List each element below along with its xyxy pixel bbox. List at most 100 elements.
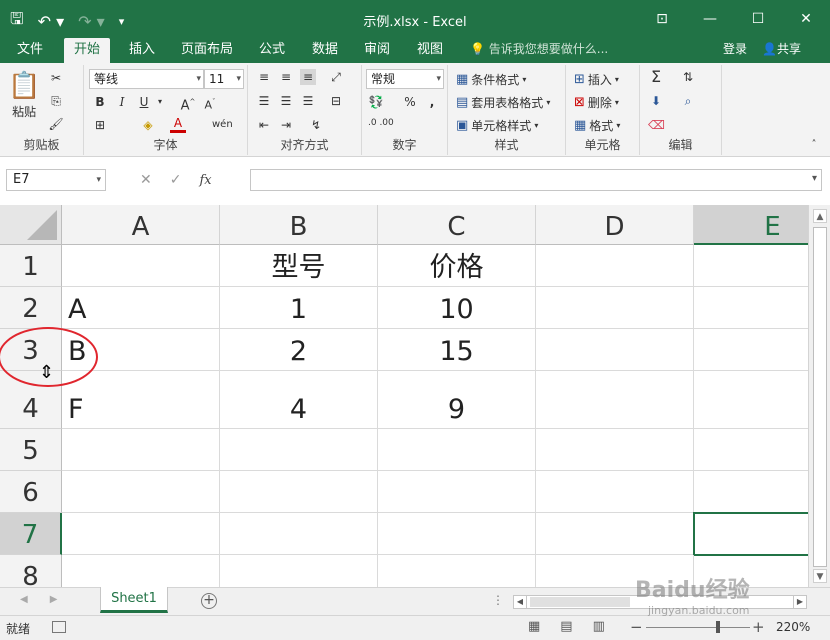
zoom-in-icon[interactable]: + — [752, 618, 765, 636]
tab-data[interactable]: 数据 — [302, 38, 348, 63]
bold-button[interactable]: B — [92, 94, 108, 110]
cell-d1[interactable] — [536, 245, 694, 287]
column-header-a[interactable]: A — [62, 205, 220, 245]
column-header-b[interactable]: B — [220, 205, 378, 245]
scroll-right-icon[interactable]: ▶ — [793, 596, 806, 608]
cell-a7[interactable] — [62, 513, 220, 555]
zoom-slider[interactable] — [646, 627, 750, 628]
font-name-select[interactable]: 等线 ▾ — [89, 69, 204, 89]
cut-icon[interactable]: ✂ — [48, 70, 64, 86]
tab-formulas[interactable]: 公式 — [249, 38, 295, 63]
cell-b4[interactable]: 4 — [220, 371, 378, 429]
cell-a5[interactable] — [62, 429, 220, 471]
cell-a8[interactable] — [62, 555, 220, 587]
cell-d5[interactable] — [536, 429, 694, 471]
align-bottom-icon[interactable]: ≡ — [300, 69, 316, 85]
find-select-icon[interactable]: ⌕ — [680, 93, 696, 109]
align-middle-icon[interactable]: ≡ — [278, 69, 294, 85]
cell-b6[interactable] — [220, 471, 378, 513]
scroll-left-icon[interactable]: ◀ — [514, 596, 527, 608]
cell-b2[interactable]: 1 — [220, 287, 378, 329]
tab-insert[interactable]: 插入 — [119, 38, 165, 63]
cell-c8[interactable] — [378, 555, 536, 587]
tell-me-box[interactable]: 💡 告诉我您想要做什么... — [470, 38, 608, 61]
copy-icon[interactable]: ⎘ — [48, 93, 64, 109]
row-header-6[interactable]: 6 — [0, 471, 62, 513]
cell-e1[interactable] — [694, 245, 808, 287]
cell-e3[interactable] — [694, 329, 808, 371]
decrease-font-button[interactable]: Aˇ — [202, 94, 218, 112]
font-color-button[interactable]: A — [170, 117, 186, 133]
chevron-down-icon[interactable]: ▾ — [152, 94, 168, 110]
page-layout-view-icon[interactable]: ▤ — [560, 619, 572, 634]
ribbon-display-icon[interactable]: ⊡ — [638, 0, 686, 38]
cell-b5[interactable] — [220, 429, 378, 471]
align-top-icon[interactable]: ≡ — [256, 69, 272, 85]
cell-b3[interactable]: 2 — [220, 329, 378, 371]
cell-a6[interactable] — [62, 471, 220, 513]
tab-file[interactable]: 文件 — [7, 38, 53, 63]
merge-center-icon[interactable]: ⊟ — [328, 93, 344, 109]
conditional-format-button[interactable]: ▦ 条件格式 ▾ — [456, 71, 526, 88]
align-center-icon[interactable]: ☰ — [278, 93, 294, 109]
row-header-8[interactable]: 8 — [0, 555, 62, 587]
format-painter-icon[interactable]: 🖌 — [48, 116, 64, 132]
expand-formula-icon[interactable]: ▾ — [812, 173, 817, 184]
cell-b8[interactable] — [220, 555, 378, 587]
cell-e7-active[interactable] — [693, 512, 808, 556]
format-cells-button[interactable]: ▦ 格式 ▾ — [574, 117, 620, 134]
maximize-icon[interactable]: ☐ — [734, 0, 782, 38]
vertical-scrollbar[interactable]: ▲ ▼ — [808, 205, 830, 587]
percent-button[interactable]: % — [402, 94, 418, 110]
cell-a1[interactable] — [62, 245, 220, 287]
scroll-up-icon[interactable]: ▲ — [813, 209, 827, 223]
zoom-level[interactable]: 220% — [776, 620, 810, 634]
format-as-table-button[interactable]: ▤ 套用表格格式 ▾ — [456, 94, 550, 111]
cell-styles-button[interactable]: ▣ 单元格样式 ▾ — [456, 117, 538, 134]
cell-c4[interactable]: 9 — [378, 371, 536, 429]
align-right-icon[interactable]: ☰ — [300, 93, 316, 109]
next-sheet-icon[interactable]: ▶ — [50, 594, 58, 605]
row-header-7[interactable]: 7 — [0, 513, 62, 555]
underline-button[interactable]: U — [136, 94, 152, 110]
cancel-icon[interactable]: ✕ — [140, 172, 152, 188]
cell-e5[interactable] — [694, 429, 808, 471]
borders-icon[interactable]: ⊞ — [92, 117, 108, 133]
cell-d3[interactable] — [536, 329, 694, 371]
decimal-buttons[interactable]: .0 .00 — [368, 118, 394, 128]
cell-b1[interactable]: 型号 — [220, 245, 378, 287]
zoom-slider-knob[interactable] — [716, 621, 720, 633]
align-left-icon[interactable]: ☰ — [256, 93, 272, 109]
fill-icon[interactable]: ⬇ — [648, 93, 664, 109]
fill-color-icon[interactable]: ◈ — [140, 117, 156, 133]
cell-e4[interactable] — [694, 371, 808, 429]
normal-view-icon[interactable]: ▦ — [528, 619, 540, 634]
horizontal-scroll-thumb[interactable] — [530, 597, 630, 607]
collapse-ribbon-icon[interactable]: ˄ — [806, 137, 822, 153]
cell-b7[interactable] — [220, 513, 378, 555]
cell-d7[interactable] — [536, 513, 694, 555]
zoom-out-icon[interactable]: − — [630, 618, 643, 636]
column-header-c[interactable]: C — [378, 205, 536, 245]
autosum-icon[interactable]: Σ — [648, 69, 664, 85]
paste-button[interactable]: 📋 粘贴 — [8, 71, 40, 120]
tab-review[interactable]: 审阅 — [354, 38, 400, 63]
row-header-2[interactable]: 2 — [0, 287, 62, 329]
italic-button[interactable]: I — [114, 94, 130, 110]
tab-home[interactable]: 开始 — [64, 38, 111, 63]
tab-page-layout[interactable]: 页面布局 — [171, 38, 243, 63]
text-direction-icon[interactable]: ↯ — [308, 117, 324, 133]
cell-e6[interactable] — [694, 471, 808, 513]
add-sheet-icon[interactable]: + — [201, 593, 217, 609]
phonetic-icon[interactable]: wén — [212, 117, 233, 133]
login-link[interactable]: 登录 — [723, 38, 747, 61]
tab-view[interactable]: 视图 — [407, 38, 453, 63]
row-header-1[interactable]: 1 — [0, 245, 62, 287]
cell-d4[interactable] — [536, 371, 694, 429]
vertical-scroll-thumb[interactable] — [813, 227, 827, 567]
minimize-icon[interactable]: — — [686, 0, 734, 38]
insert-cells-button[interactable]: ⊞ 插入 ▾ — [574, 71, 619, 88]
sheet-tab-sheet1[interactable]: Sheet1 — [100, 587, 168, 613]
more-icon[interactable]: ⋮ — [492, 593, 504, 607]
orientation-icon[interactable]: ⤢ — [328, 69, 344, 85]
